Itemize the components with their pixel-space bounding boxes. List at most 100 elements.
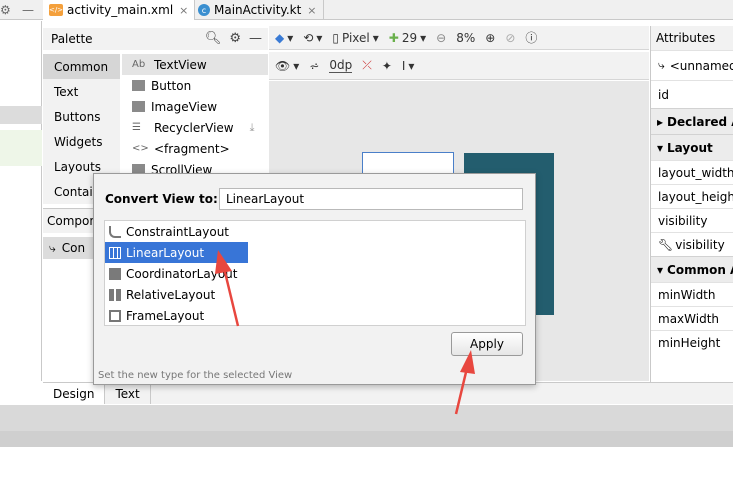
palette-item-label: Button xyxy=(151,78,192,93)
xml-file-icon: </> xyxy=(48,4,64,16)
attributes-panel: Attributes ⤷ <unnamed id ▸ Declared A ▾ … xyxy=(650,26,733,382)
tab-label: activity_main.xml xyxy=(67,3,174,17)
attr-min-height[interactable]: minHeight xyxy=(651,330,733,354)
palette-item-textview[interactable]: Ab TextView xyxy=(122,54,268,75)
expand-arrow-icon: ▸ xyxy=(657,114,664,129)
margin-value: 0dp xyxy=(329,58,353,72)
component-tree-root-label: Con xyxy=(61,241,86,255)
button-icon xyxy=(132,80,145,91)
palette-item-label: TextView xyxy=(154,57,207,72)
wrench-icon: 🔧︎ xyxy=(658,237,674,252)
collapse-arrow-icon: ▾ xyxy=(657,140,664,155)
palette-category-buttons[interactable]: Buttons xyxy=(43,104,120,129)
option-constraint-layout[interactable]: ConstraintLayout xyxy=(105,221,248,242)
convert-view-dialog: Convert View to: LinearLayout Constraint… xyxy=(93,173,536,385)
dialog-hint: Set the new type for the selected View xyxy=(98,370,293,381)
palette-item-imageview[interactable]: ImageView xyxy=(122,96,268,117)
orientation-button[interactable]: ⟲ ▾ xyxy=(303,31,322,45)
tab-activity-main[interactable]: </> activity_main.xml × xyxy=(43,0,196,20)
section-declared-attributes[interactable]: ▸ Declared A xyxy=(651,108,733,134)
palette-title: Palette xyxy=(51,32,93,46)
layout-options-list: ConstraintLayout LinearLayout Coordinato… xyxy=(104,220,526,326)
zoom-level: 8% xyxy=(456,30,476,45)
option-label: LinearLayout xyxy=(126,245,205,260)
palette-item-label: ImageView xyxy=(151,99,218,114)
download-icon[interactable]: ⤓ xyxy=(250,121,255,135)
settings-gear-icon[interactable]: ⚙ xyxy=(0,3,11,17)
palette-item-label: RecyclerView xyxy=(154,120,234,135)
palette-item-label: <fragment> xyxy=(154,141,230,156)
option-frame-layout[interactable]: FrameLayout xyxy=(105,305,248,326)
project-panel xyxy=(0,21,42,381)
status-bar xyxy=(0,431,733,447)
constraint-layout-icon: ⤷ xyxy=(658,58,665,72)
attr-layout-width[interactable]: layout_width xyxy=(651,160,733,184)
default-margin-field[interactable]: 0dp xyxy=(329,58,353,73)
section-layout[interactable]: ▾ Layout xyxy=(651,134,733,160)
fragment-icon: <> xyxy=(132,143,149,154)
palette-item-fragment[interactable]: <> <fragment> xyxy=(122,138,268,159)
palette-category-text[interactable]: Text xyxy=(43,79,120,104)
zoom-in-icon: ⊕ xyxy=(485,30,496,45)
attr-label: visibility xyxy=(675,237,725,252)
tab-main-activity[interactable]: c MainActivity.kt × xyxy=(192,0,324,20)
textview-icon: Ab xyxy=(132,59,146,70)
apply-button[interactable]: Apply xyxy=(451,332,523,356)
clear-constraints-icon: ⤫ xyxy=(362,58,372,72)
close-icon[interactable]: × xyxy=(307,4,316,17)
option-coordinator-layout[interactable]: CoordinatorLayout xyxy=(105,263,248,284)
device-label: Pixel xyxy=(341,30,370,45)
tool-window-bar xyxy=(0,405,733,431)
palette-item-recyclerview[interactable]: ☰ RecyclerView ⤓ xyxy=(122,117,268,138)
attr-max-width[interactable]: maxWidth xyxy=(651,306,733,330)
eye-icon: 👁︎ xyxy=(275,58,291,73)
device-selector[interactable]: ▯ Pixel ▾ xyxy=(332,31,378,45)
attr-layout-height[interactable]: layout_height xyxy=(651,184,733,208)
attr-tools-visibility[interactable]: 🔧︎ visibility xyxy=(651,232,733,256)
palette-item-button[interactable]: Button xyxy=(122,75,268,96)
design-surface-button[interactable]: ◆ ▾ xyxy=(275,31,293,45)
infer-constraints-button[interactable]: ✦ xyxy=(382,59,392,73)
zoom-out-button[interactable]: ⊖ xyxy=(436,31,446,45)
palette-category-common[interactable]: Common xyxy=(43,54,120,79)
option-linear-layout[interactable]: LinearLayout xyxy=(105,242,248,263)
convert-view-input[interactable]: LinearLayout xyxy=(219,188,523,210)
tab-design[interactable]: Design xyxy=(43,383,106,404)
relative-layout-icon xyxy=(109,288,121,301)
attr-visibility[interactable]: visibility xyxy=(651,208,733,232)
component-name: <unnamed xyxy=(669,58,733,73)
tab-text[interactable]: Text xyxy=(105,383,151,404)
coordinator-layout-icon xyxy=(109,267,121,280)
zoom-fit-button[interactable]: ⊘ xyxy=(505,31,515,45)
warnings-button[interactable]: ⓘ xyxy=(525,29,537,46)
api-label: 29 xyxy=(401,30,418,45)
search-icon[interactable]: 🔍︎ xyxy=(205,31,222,46)
clear-constraints-button[interactable]: ⤫ xyxy=(362,58,372,73)
attributes-component: ⤷ <unnamed xyxy=(651,50,733,80)
design-toolbar-top: ◆ ▾ ⟲ ▾ ▯ Pixel ▾ ✚ 29 ▾ ⊖ 8% ⊕ ⊘ ⓘ xyxy=(269,26,649,50)
editor-mode-tabs: Design Text xyxy=(43,382,733,404)
attributes-title: Attributes xyxy=(651,26,733,50)
option-label: RelativeLayout xyxy=(126,287,216,302)
view-options-button[interactable]: 👁︎ ▾ xyxy=(275,59,299,73)
close-icon[interactable]: × xyxy=(179,4,188,17)
guidelines-button[interactable]: I ▾ xyxy=(402,59,415,73)
gear-icon[interactable]: ⚙ xyxy=(229,31,241,46)
palette-category-widgets[interactable]: Widgets xyxy=(43,129,120,154)
api-selector[interactable]: ✚ 29 ▾ xyxy=(389,31,426,45)
autoconnect-button[interactable]: ⩫ xyxy=(309,59,319,73)
zoom-in-button[interactable]: ⊕ xyxy=(485,31,495,45)
minimize-icon[interactable]: — xyxy=(249,31,262,46)
option-relative-layout[interactable]: RelativeLayout xyxy=(105,284,248,305)
collapse-arrow-icon: ▾ xyxy=(657,262,664,277)
magnet-icon: ⩫ xyxy=(309,58,320,73)
option-label: CoordinatorLayout xyxy=(126,266,238,281)
linear-layout-icon xyxy=(109,246,121,259)
minimize-icon[interactable]: — xyxy=(22,3,34,17)
section-common-attributes[interactable]: ▾ Common A xyxy=(651,256,733,282)
attr-id[interactable]: id xyxy=(651,80,733,108)
section-label: Declared A xyxy=(667,114,733,129)
tab-label: MainActivity.kt xyxy=(214,3,302,17)
attr-min-width[interactable]: minWidth xyxy=(651,282,733,306)
project-row-green xyxy=(0,130,42,166)
